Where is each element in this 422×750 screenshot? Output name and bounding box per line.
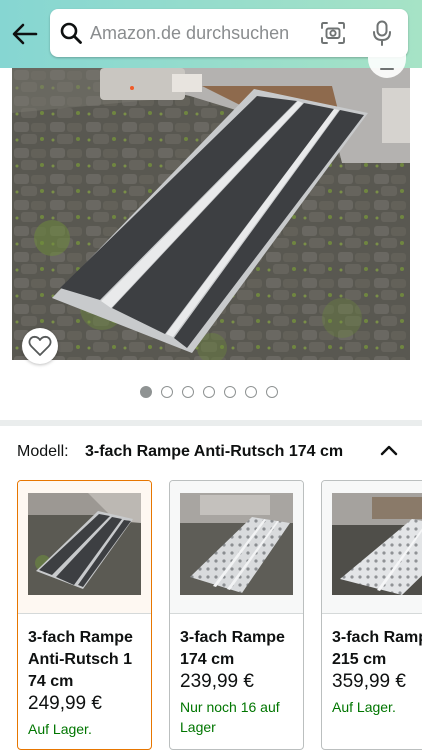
carousel-dot[interactable] [182,386,194,398]
mic-icon[interactable] [371,20,393,46]
variant-stock-status: Auf Lager. [28,721,92,737]
model-selected-value: 3-fach Rampe Anti-Rutsch 174 cm [85,443,344,460]
variant-separator [18,613,151,614]
variant-image-area [322,481,422,613]
back-arrow-icon [12,23,38,45]
variant-image-area [18,481,151,613]
variant-title: 3-fach Rampe Anti-Rutsch 1 74 cm [28,629,133,690]
variant-card[interactable]: 3-fach Rampe 215 cm 359,99 € Auf Lager. [321,480,422,750]
variant-stock-status: Nur noch 16 auf Lager [180,699,280,735]
ramp-photo [12,68,410,360]
variant-image-area [170,481,303,613]
variant-thumbnail [180,493,293,595]
variant-price: 239,99 € [180,671,254,692]
carousel-dot[interactable] [245,386,257,398]
product-main-image[interactable] [12,68,410,360]
header-bar [0,0,422,68]
search-box[interactable] [50,9,408,57]
carousel-dot[interactable] [266,386,278,398]
variant-price: 359,99 € [332,671,406,692]
variant-title: 3-fach Rampe 174 cm [180,629,285,668]
variant-list: 3-fach Rampe Anti-Rutsch 1 74 cm 249,99 … [17,480,422,750]
product-page: Modell: 3-fach Rampe Anti-Rutsch 174 cm [0,0,422,750]
variant-separator [170,613,303,614]
carousel-dot[interactable] [140,386,152,398]
model-selector[interactable]: Modell: 3-fach Rampe Anti-Rutsch 174 cm [17,440,407,466]
variant-price: 249,99 € [28,693,102,714]
share-icon [380,68,394,70]
variant-card[interactable]: 3-fach Rampe Anti-Rutsch 1 74 cm 249,99 … [17,480,152,750]
variant-thumbnail [332,493,422,595]
variant-card[interactable]: 3-fach Rampe 174 cm 239,99 € Nur noch 16… [169,480,304,750]
carousel-dot[interactable] [203,386,215,398]
heart-icon [28,335,52,356]
back-button[interactable] [8,17,42,51]
model-label: Modell: [17,443,69,460]
camera-icon[interactable] [320,21,346,45]
variant-separator [322,613,422,614]
carousel-dot[interactable] [224,386,236,398]
wishlist-button[interactable] [22,328,58,364]
chevron-up-icon[interactable] [379,442,399,458]
carousel-dot[interactable] [161,386,173,398]
variant-thumbnail [28,493,141,595]
search-icon [60,22,82,44]
variant-stock-status: Auf Lager. [332,699,396,715]
section-divider [0,420,422,426]
image-carousel-dots[interactable] [140,386,278,398]
search-input[interactable] [90,9,315,57]
variant-title: 3-fach Rampe 215 cm [332,629,422,668]
